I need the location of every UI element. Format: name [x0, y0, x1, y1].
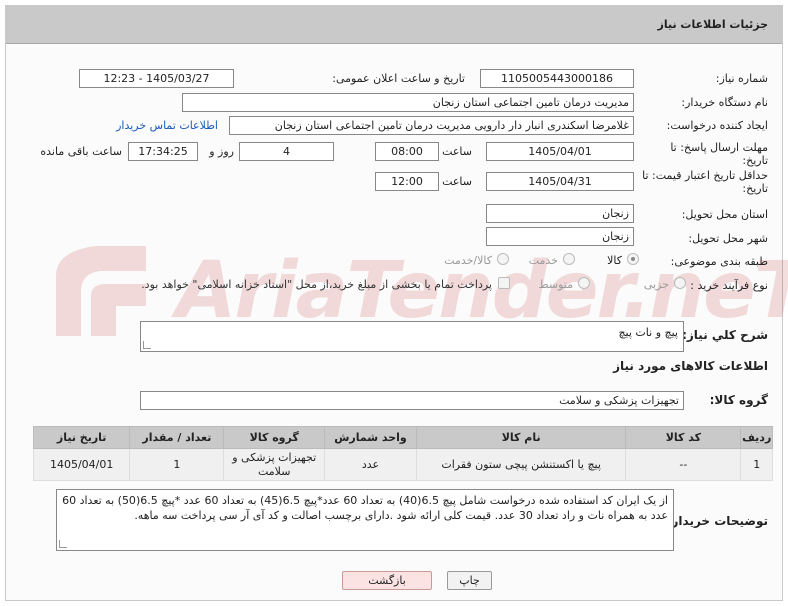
- col-header-need-date: تاریخ نیاز: [32, 426, 131, 449]
- col-header-quantity: تعداد / مقدار: [129, 426, 225, 449]
- need-number-label: شماره نیاز:: [715, 72, 768, 85]
- cell-quantity: 1: [129, 448, 225, 481]
- page-frame: جزئیات اطلاعات نیاز AriaTender.neT شماره…: [5, 5, 788, 601]
- process-type-label: نوع فرآیند خرید :: [690, 279, 768, 292]
- col-header-goods-code: کد کالا: [625, 426, 742, 449]
- buyer-notes-label: توضیحات خریدار:: [666, 514, 768, 528]
- goods-table: ردیف کد کالا نام کالا واحد شمارش گروه کا…: [32, 426, 773, 481]
- price-validity-label: حداقل تاریخ اعتبار قیمت: تا تاریخ:: [642, 169, 768, 195]
- cell-goods-name: پیچ یا اکستنشن پیچی ستون فقرات: [416, 448, 627, 481]
- resize-handle-icon[interactable]: [59, 540, 67, 548]
- reply-time-field: 08:00: [375, 142, 439, 161]
- cell-goods-group: تجهیزات پزشکی و سلامت: [223, 448, 325, 481]
- reply-time-label: ساعت: [442, 145, 472, 158]
- print-button[interactable]: چاپ: [447, 571, 492, 590]
- col-header-row-number: ردیف: [740, 426, 773, 449]
- category-radio-goods[interactable]: [627, 253, 639, 265]
- category-radio-service[interactable]: [563, 253, 575, 265]
- category-option-goods: کالا: [607, 254, 622, 267]
- days-label: روز و: [209, 145, 234, 158]
- back-button[interactable]: بازگشت: [342, 571, 432, 590]
- remaining-days-field: 4: [239, 142, 334, 161]
- price-validity-date-field: 1405/04/31: [486, 172, 634, 191]
- creator-field: غلامرضا اسکندری انبار دار دارویی مدیریت …: [229, 116, 634, 135]
- category-radio-goods-service[interactable]: [497, 253, 509, 265]
- price-validity-time-label: ساعت: [442, 175, 472, 188]
- col-header-goods-name: نام کالا: [416, 426, 627, 449]
- goods-group-label: گروه کالا:: [709, 393, 768, 407]
- reply-deadline-label: مهلت ارسال پاسخ: تا تاریخ:: [670, 141, 768, 167]
- goods-table-header-row: ردیف کد کالا نام کالا واحد شمارش گروه کا…: [32, 426, 773, 449]
- description-textarea[interactable]: پیچ و نات پیچ: [140, 321, 684, 352]
- category-option-goods-service: کالا/خدمت: [444, 254, 492, 267]
- cell-unit: عدد: [323, 448, 418, 481]
- page-title: جزئیات اطلاعات نیاز: [657, 18, 769, 31]
- buyer-notes-textarea[interactable]: از یک ایران کد استفاده شده درخواست شامل …: [56, 489, 674, 551]
- remaining-time-field: 17:34:25: [128, 142, 198, 161]
- table-row: 1 -- پیچ یا اکستنشن پیچی ستون فقرات عدد …: [32, 448, 773, 481]
- need-number-field: 1105005443000186: [480, 69, 634, 88]
- cell-row-number: 1: [740, 448, 773, 481]
- category-option-service: خدمت: [528, 254, 558, 267]
- city-label: شهر محل تحویل:: [688, 232, 768, 245]
- process-radio-minor[interactable]: [674, 277, 686, 289]
- price-validity-time-field: 12:00: [375, 172, 439, 191]
- city-field: زنجان: [486, 227, 634, 246]
- goods-group-field: تجهیزات پزشکی و سلامت: [140, 391, 684, 410]
- col-header-goods-group: گروه کالا: [223, 426, 325, 449]
- buyer-notes-text: از یک ایران کد استفاده شده درخواست شامل …: [62, 494, 668, 522]
- province-label: استان محل تحویل:: [681, 208, 768, 221]
- announce-date-field: 1405/03/27 - 12:23: [79, 69, 234, 88]
- creator-label: ایجاد کننده درخواست:: [666, 119, 768, 132]
- category-label: طبقه بندی موضوعی:: [670, 255, 768, 268]
- goods-info-title: اطلاعات کالاهای مورد نیاز: [613, 359, 768, 373]
- buyer-contact-link[interactable]: اطلاعات تماس خریدار: [116, 119, 218, 132]
- reply-date-field: 1405/04/01: [486, 142, 634, 161]
- col-header-unit: واحد شمارش: [323, 426, 418, 449]
- buyer-org-label: نام دستگاه خریدار:: [681, 96, 768, 109]
- description-label: شرح كلي نياز:: [682, 328, 768, 342]
- process-option-medium: متوسط: [538, 278, 573, 291]
- resize-handle-icon[interactable]: [143, 341, 151, 349]
- header-bar: جزئیات اطلاعات نیاز: [6, 6, 782, 44]
- announce-date-label: تاریخ و ساعت اعلان عمومی:: [332, 72, 465, 85]
- buyer-org-field: مدیریت درمان تامین اجتماعی استان زنجان: [182, 93, 634, 112]
- treasury-payment-checkbox[interactable]: [498, 277, 510, 289]
- process-radio-medium[interactable]: [578, 277, 590, 289]
- cell-need-date: 1405/04/01: [32, 448, 131, 481]
- treasury-payment-note: پرداخت تمام یا بخشی از مبلغ خرید،از محل …: [141, 278, 492, 291]
- province-field: زنجان: [486, 204, 634, 223]
- remaining-time-label: ساعت باقی مانده: [40, 145, 122, 158]
- description-text: پیچ و نات پیچ: [618, 326, 678, 339]
- cell-goods-code: --: [625, 448, 742, 481]
- process-option-minor: جزیی: [643, 278, 669, 291]
